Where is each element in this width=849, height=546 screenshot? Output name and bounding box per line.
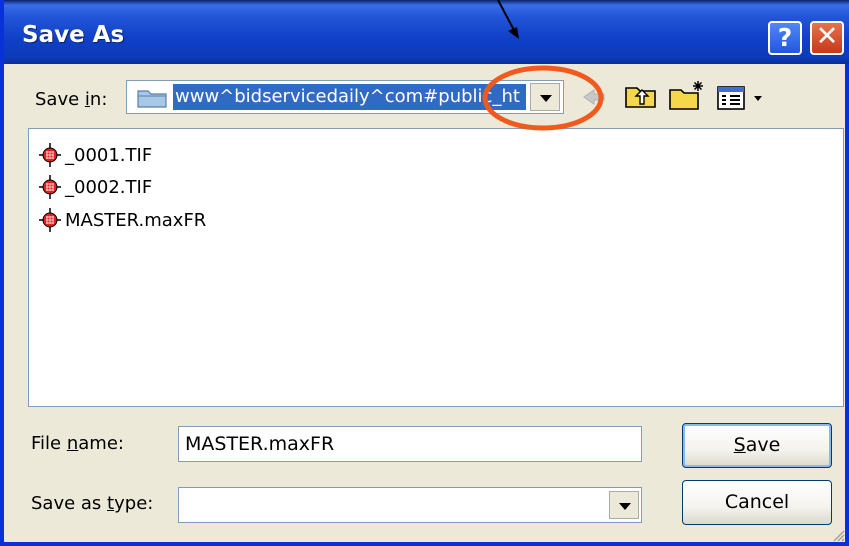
help-button[interactable]: ? — [768, 21, 802, 55]
window-title: Save As — [22, 22, 125, 48]
save-in-selected-folder: www^bidservicedaily^com#public_ht — [173, 84, 526, 110]
close-button[interactable]: ✕ — [810, 21, 844, 55]
file-list[interactable]: _0001.TIF _0002.TIF MASTER.maxFR — [28, 128, 844, 407]
file-name-input[interactable] — [178, 426, 642, 462]
save-as-dialog: Save As ? ✕ Save in: www^bidservicedaily… — [0, 0, 849, 546]
save-as-type-select[interactable] — [178, 487, 642, 523]
list-item[interactable]: _0001.TIF — [37, 141, 152, 169]
save-in-dropdown-button[interactable] — [530, 83, 560, 111]
maxfr-file-icon — [39, 175, 61, 199]
resize-grip-icon[interactable] — [831, 528, 845, 542]
file-name-label: File name: — [31, 433, 124, 454]
save-as-type-dropdown-button[interactable] — [609, 491, 639, 519]
up-one-level-icon[interactable] — [624, 82, 658, 110]
file-name-field[interactable] — [179, 427, 641, 461]
file-name: _0002.TIF — [65, 176, 153, 198]
maxfr-file-icon — [39, 143, 61, 167]
list-item[interactable]: MASTER.maxFR — [37, 206, 206, 234]
view-menu-icon[interactable] — [716, 84, 768, 112]
save-as-type-label: Save as type: — [31, 493, 154, 514]
back-icon[interactable] — [578, 86, 608, 108]
save-in-label: Save in: — [35, 89, 108, 110]
save-button[interactable]: Save — [682, 423, 832, 468]
file-name: MASTER.maxFR — [65, 209, 207, 231]
folder-icon — [137, 90, 167, 108]
file-name: _0001.TIF — [65, 144, 153, 166]
new-folder-icon[interactable] — [668, 78, 708, 112]
save-in-combobox[interactable]: www^bidservicedaily^com#public_ht — [126, 80, 564, 114]
title-bar[interactable]: Save As ? ✕ — [4, 0, 849, 64]
cancel-button[interactable]: Cancel — [682, 480, 832, 525]
maxfr-file-icon — [39, 208, 61, 232]
list-item[interactable]: _0002.TIF — [37, 173, 152, 201]
